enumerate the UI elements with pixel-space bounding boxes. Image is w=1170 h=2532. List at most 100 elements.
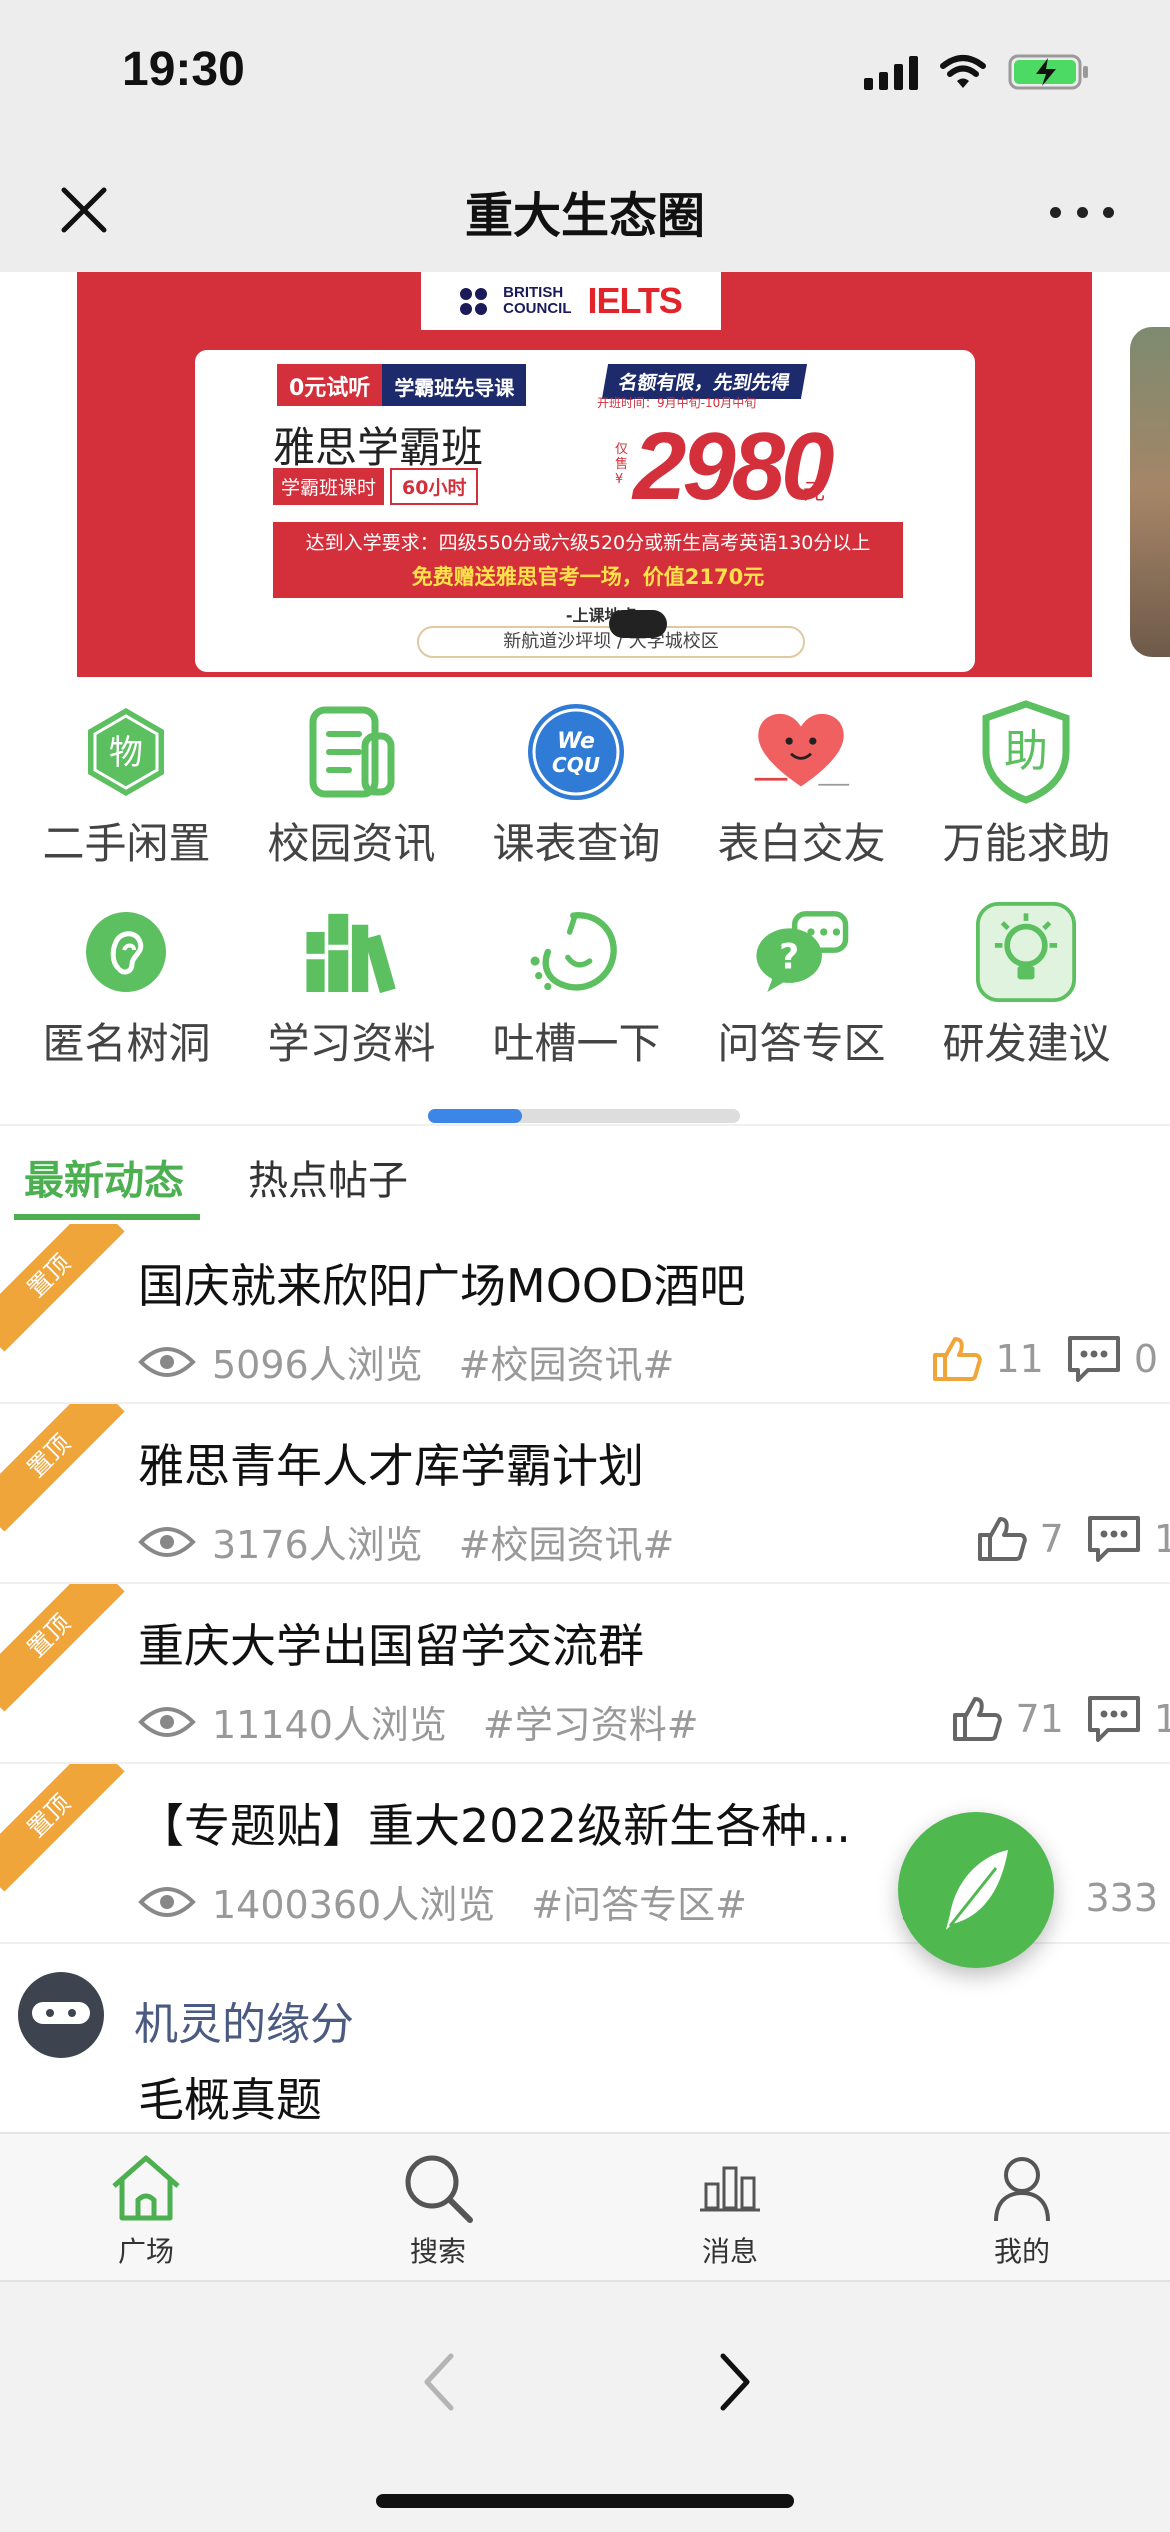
bottom-tab-bar: 广场 搜索 消息 我的 <box>0 2132 1170 2280</box>
qa-icon: ? <box>751 902 851 1002</box>
back-button[interactable] <box>408 2342 468 2422</box>
nav-bar: 重大生态圈 <box>0 150 1170 272</box>
course-title: 雅思学霸班 <box>273 423 484 472</box>
post-views: 3176人浏览 <box>212 1523 423 1567</box>
eye-icon <box>138 1706 196 1737</box>
post-meta: 5096人浏览 #校园资讯# <box>138 1334 674 1389</box>
user-name[interactable]: 机灵的缘分 <box>134 1988 354 2052</box>
comment-count: 0 <box>1133 1337 1158 1381</box>
price: 2980 <box>633 413 835 520</box>
post-meta: 1400360人浏览 #问答专区# <box>138 1874 747 1929</box>
tag-date: 开班时间：9月中旬-10月中旬 <box>597 396 757 410</box>
more-dot-icon <box>1076 206 1088 218</box>
books-icon <box>301 902 401 1002</box>
message-icon <box>690 2148 770 2228</box>
eye-icon <box>138 1526 196 1557</box>
tab-latest[interactable]: 最新动态 <box>24 1148 184 1206</box>
british-council-logo-icon <box>460 287 488 315</box>
wecqu-icon: We CQU <box>526 702 626 802</box>
more-button[interactable] <box>1042 182 1122 242</box>
pinned-badge: 置顶 <box>0 1764 125 1892</box>
more-dot-icon <box>1103 206 1114 218</box>
pinned-badge: 置顶 <box>0 1224 125 1352</box>
post-title[interactable]: 毛概真题 <box>138 2064 322 2130</box>
home-indicator <box>376 2494 794 2508</box>
post-item[interactable]: 置顶 国庆就来欣阳广场MOOD酒吧 5096人浏览 #校园资讯# 11 0 <box>0 1224 1170 1404</box>
complain-icon <box>526 902 626 1002</box>
category-confession[interactable]: 表白交友 <box>689 692 914 872</box>
post-tag: #学习资料# <box>482 1703 699 1747</box>
thumbs-up-icon[interactable] <box>931 1335 983 1383</box>
chevron-right-icon <box>720 2353 750 2411</box>
like-count: 7 <box>1039 1517 1064 1561</box>
browser-toolbar <box>0 2280 1170 2532</box>
compose-button[interactable] <box>898 1812 1054 1968</box>
post-tag: #问答专区# <box>531 1883 747 1927</box>
category-suggestion[interactable]: 研发建议 <box>914 892 1139 1072</box>
price-prefix: 仅售¥ <box>615 442 629 487</box>
post-title: 雅思青年人才库学霸计划 <box>138 1439 644 1493</box>
pinned-badge: 置顶 <box>0 1404 125 1532</box>
help-shield-icon: 助 <box>976 700 1076 804</box>
home-icon <box>106 2148 186 2228</box>
comment-icon[interactable] <box>1086 1694 1142 1744</box>
tag-free: 0元试听 <box>277 364 383 406</box>
tab-hot[interactable]: 热点帖子 <box>248 1148 408 1206</box>
category-scroll-indicator <box>428 1109 740 1123</box>
comment-icon[interactable] <box>1086 1514 1142 1564</box>
chevron-left-icon <box>424 2353 454 2411</box>
tab-messages[interactable]: 消息 <box>660 2148 800 2270</box>
page-title: 重大生态圈 <box>464 188 705 244</box>
feather-icon <box>946 1850 1008 1930</box>
place-label: -上课地点- <box>565 606 644 625</box>
banner-ad[interactable]: BRITISH COUNCIL IELTS 0元试听 学霸班先导课 名额有限，先… <box>77 272 1092 677</box>
category-complain[interactable]: 吐槽一下 <box>464 892 689 1072</box>
heart-icon <box>751 702 851 802</box>
like-count: 71 <box>1015 1697 1064 1741</box>
post-views: 11140人浏览 <box>212 1703 447 1747</box>
signal-icon <box>864 54 918 90</box>
comment-icon[interactable] <box>1066 1334 1122 1384</box>
category-qa[interactable]: ? 问答专区 <box>689 892 914 1072</box>
eye-icon <box>138 1346 196 1377</box>
category-grid: 物 二手闲置 校园资讯 We CQU 课表查询 表白交友 助 万能求助 匿名树洞… <box>0 692 1170 1092</box>
category-secondhand[interactable]: 物 二手闲置 <box>14 692 239 872</box>
svg-text:助: 助 <box>1004 726 1048 777</box>
forward-button[interactable] <box>706 2342 766 2422</box>
ielts-logo: IELTS <box>587 280 682 321</box>
category-study-materials[interactable]: 学习资料 <box>239 892 464 1072</box>
svg-text:?: ? <box>779 937 799 977</box>
svg-text:We: We <box>557 729 595 754</box>
post-tag: #校园资讯# <box>458 1343 675 1387</box>
thumbs-up-icon[interactable] <box>951 1695 1003 1743</box>
tab-square[interactable]: 广场 <box>76 2148 216 2270</box>
battery-charging-icon <box>1008 54 1088 90</box>
post-item[interactable]: 置顶 雅思青年人才库学霸计划 3176人浏览 #校园资讯# 7 1 <box>0 1404 1170 1584</box>
news-icon <box>301 702 401 802</box>
brand-logo: BRITISH COUNCIL IELTS <box>421 272 721 330</box>
category-scroll-thumb <box>428 1109 522 1123</box>
post-stats: 7 1 <box>976 1514 1170 1564</box>
category-schedule[interactable]: We CQU 课表查询 <box>464 692 689 872</box>
pinned-badge: 置顶 <box>0 1584 125 1712</box>
post-item[interactable]: 置顶 重庆大学出国留学交流群 11140人浏览 #学习资料# 71 1 <box>0 1584 1170 1764</box>
avatar[interactable] <box>18 1972 104 2058</box>
post-title: 国庆就来欣阳广场MOOD酒吧 <box>138 1259 746 1313</box>
category-treehole[interactable]: 匿名树洞 <box>14 892 239 1072</box>
post-meta: 3176人浏览 #校园资讯# <box>138 1514 674 1569</box>
post-meta: 11140人浏览 #学习资料# <box>138 1694 699 1749</box>
ear-icon <box>76 902 176 1002</box>
category-help[interactable]: 助 万能求助 <box>914 692 1139 872</box>
category-campus-news[interactable]: 校园资讯 <box>239 692 464 872</box>
brand-name: BRITISH COUNCIL <box>503 284 572 317</box>
thumbs-up-icon[interactable] <box>976 1515 1028 1563</box>
banner-next-slide[interactable] <box>1130 327 1170 657</box>
post-stats: 11 0 <box>931 1334 1170 1384</box>
svg-text:CQU: CQU <box>552 753 600 777</box>
bulb-icon <box>976 902 1076 1002</box>
price-unit: 元 <box>803 480 826 505</box>
tab-search[interactable]: 搜索 <box>368 2148 508 2270</box>
tab-profile[interactable]: 我的 <box>952 2148 1092 2270</box>
post-views: 5096人浏览 <box>212 1343 423 1387</box>
course-hours: 学霸班课时 60小时 <box>273 468 479 505</box>
